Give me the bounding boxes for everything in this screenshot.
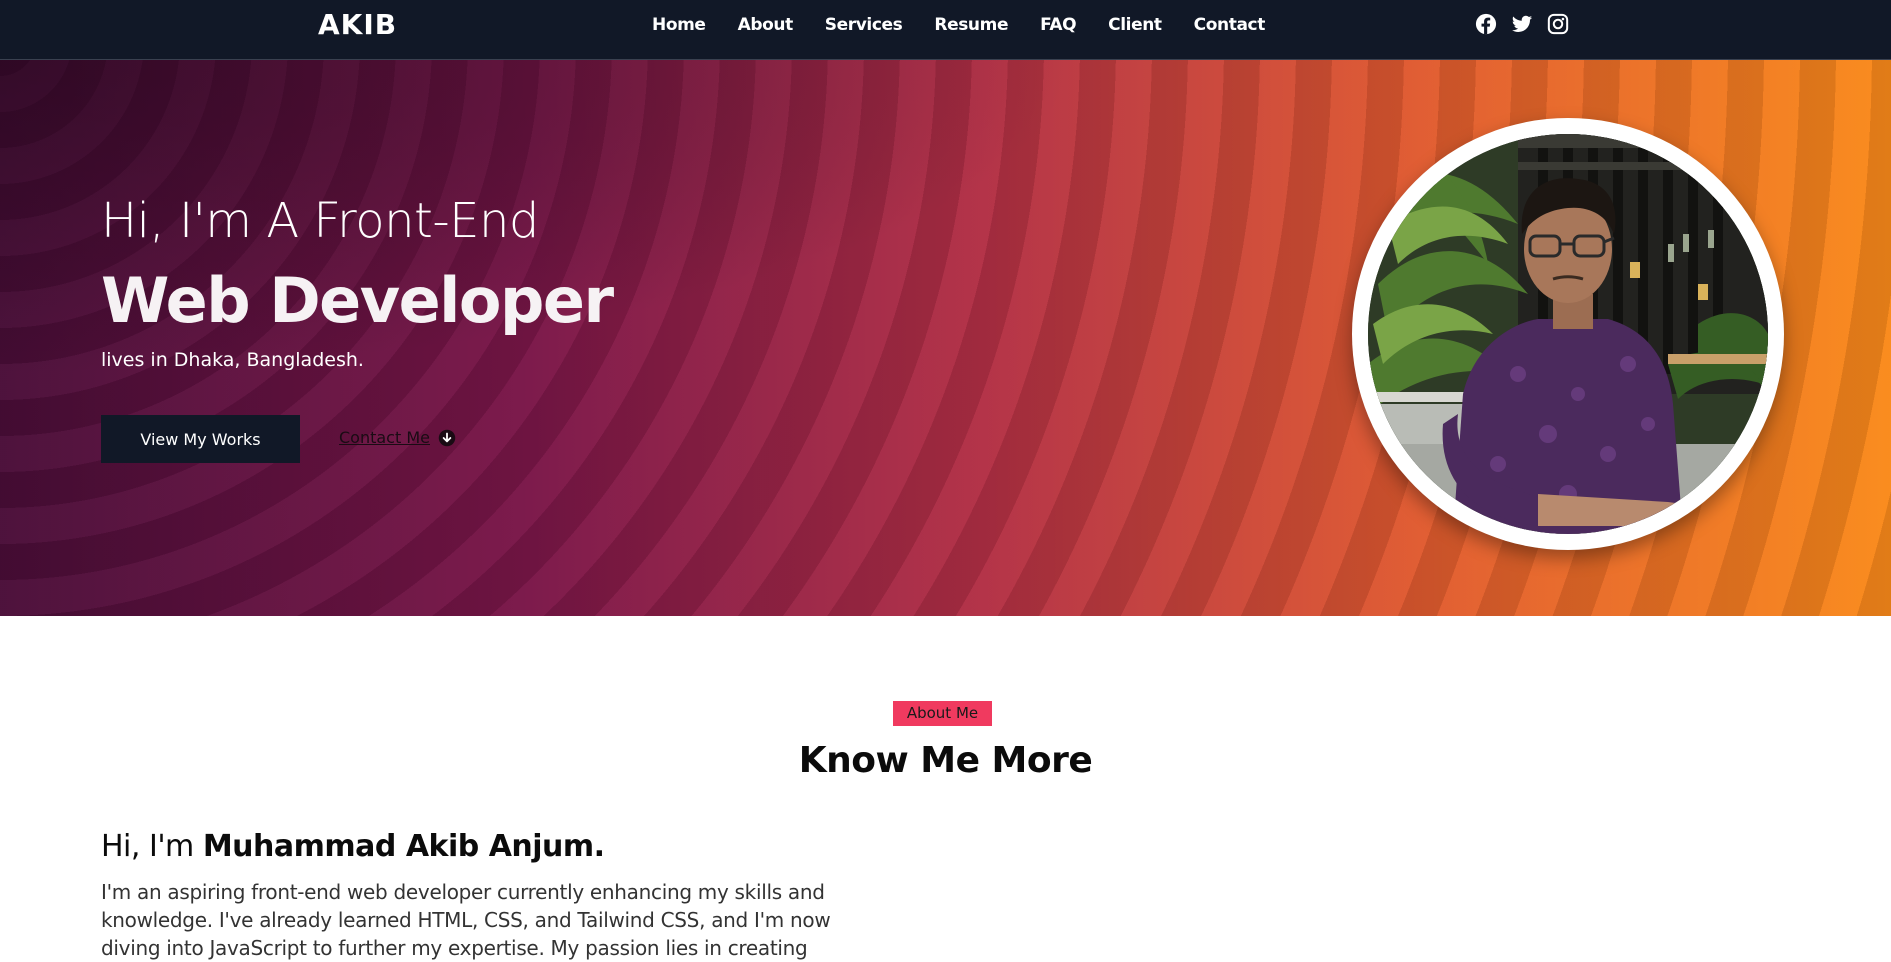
twitter-icon[interactable]	[1511, 13, 1533, 35]
instagram-icon[interactable]	[1547, 13, 1569, 35]
nav-menu: Home About Services Resume FAQ Client Co…	[652, 13, 1297, 37]
hero-title: Web Developer	[101, 264, 614, 337]
contact-me-link[interactable]: Contact Me	[339, 426, 456, 450]
nav-home[interactable]: Home	[652, 13, 706, 37]
logo[interactable]: AKIB	[318, 9, 397, 41]
facebook-icon[interactable]	[1475, 13, 1497, 35]
about-badge: About Me	[893, 701, 992, 726]
profile-photo-frame	[1352, 118, 1784, 550]
profile-photo-illustration	[1368, 134, 1768, 534]
hero-location: lives in Dhaka, Bangladesh.	[101, 349, 364, 371]
contact-me-label: Contact Me	[339, 428, 430, 447]
nav-contact[interactable]: Contact	[1194, 13, 1266, 37]
about-name: Muhammad Akib Anjum.	[202, 829, 605, 864]
about-description: I'm an aspiring front-end web developer …	[101, 880, 831, 960]
nav-client[interactable]: Client	[1108, 13, 1162, 37]
about-greeting-prefix: Hi, I'm	[101, 829, 203, 864]
hero-intro: Hi, I'm A Front-End	[101, 193, 539, 249]
nav-services[interactable]: Services	[825, 13, 903, 37]
navbar: AKIB Home About Services Resume FAQ Clie…	[0, 0, 1891, 60]
social-links	[1475, 13, 1569, 35]
about-title: Know Me More	[798, 740, 1093, 781]
about-greeting: Hi, I'm Muhammad Akib Anjum.	[101, 827, 605, 867]
nav-about[interactable]: About	[738, 13, 794, 37]
nav-faq[interactable]: FAQ	[1040, 13, 1076, 37]
arrow-down-circle-icon	[438, 429, 456, 447]
nav-resume[interactable]: Resume	[934, 13, 1008, 37]
view-my-works-button[interactable]: View My Works	[101, 415, 300, 463]
hero-section: Hi, I'm A Front-End Web Developer lives …	[0, 60, 1891, 616]
profile-photo	[1368, 134, 1768, 534]
